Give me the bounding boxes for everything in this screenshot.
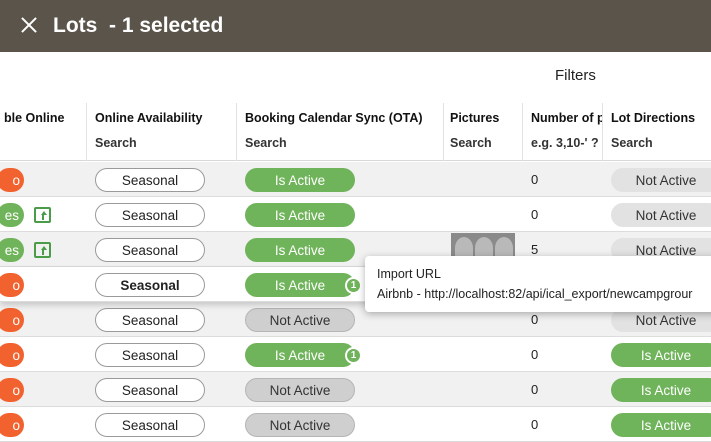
column-label: Booking Calendar Sync (OTA)	[245, 111, 423, 125]
availability-pill[interactable]: Seasonal	[95, 203, 205, 227]
sync-status-pill[interactable]: Not Active	[245, 378, 355, 402]
directions-pill[interactable]: Not Active	[611, 203, 711, 227]
close-icon[interactable]	[18, 14, 40, 36]
availability-pill[interactable]: Seasonal	[95, 413, 205, 437]
number-cell: 0	[531, 172, 539, 187]
sync-status-pill[interactable]: Not Active	[245, 308, 355, 332]
tooltip-url: Airbnb - http://localhost:82/api/ical_ex…	[377, 287, 693, 301]
table-row[interactable]: o Seasonal Is Active 0 Not Active	[0, 162, 711, 197]
online-toggle[interactable]: o	[0, 308, 24, 332]
online-toggle[interactable]: es	[0, 238, 24, 262]
tooltip-title: Import URL	[377, 267, 441, 281]
column-header-pictures[interactable]: Pictures Search	[444, 103, 523, 161]
online-toggle[interactable]: o	[0, 273, 24, 297]
sync-count-badge[interactable]: 1	[345, 277, 362, 294]
search-input[interactable]: e.g. 3,10-' ?	[531, 136, 599, 150]
top-bar: Lots - 1 selected	[0, 0, 711, 52]
column-header-booking-calendar-sync[interactable]: Booking Calendar Sync (OTA) Search	[237, 103, 444, 161]
export-icon[interactable]	[34, 207, 51, 223]
table-row[interactable]: o Seasonal Is Active 1 0 Is Active	[0, 337, 711, 372]
filters-button[interactable]: Filters	[555, 67, 596, 84]
number-cell: 0	[531, 382, 539, 397]
sync-status-pill[interactable]: Not Active	[245, 413, 355, 437]
availability-pill[interactable]: Seasonal	[95, 168, 205, 192]
availability-pill[interactable]: Seasonal	[95, 273, 205, 297]
number-cell: 5	[531, 242, 539, 257]
export-icon[interactable]	[34, 242, 51, 258]
column-label: ble Online	[4, 111, 65, 125]
online-toggle[interactable]: o	[0, 168, 24, 192]
availability-pill[interactable]: Seasonal	[95, 343, 205, 367]
availability-pill[interactable]: Seasonal	[95, 308, 205, 332]
search-input[interactable]: Search	[245, 136, 287, 150]
availability-pill[interactable]: Seasonal	[95, 378, 205, 402]
column-header-lot-directions[interactable]: Lot Directions Search	[603, 103, 711, 161]
number-cell: 0	[531, 347, 539, 362]
column-label: Online Availability	[95, 111, 203, 125]
online-toggle[interactable]: o	[0, 413, 24, 437]
directions-pill[interactable]: Is Active	[611, 343, 711, 367]
number-cell: 0	[531, 207, 539, 222]
column-label: Lot Directions	[611, 111, 696, 125]
search-input[interactable]: Search	[95, 136, 137, 150]
column-label: Pictures	[450, 111, 500, 125]
table-row[interactable]: es Seasonal Is Active 0 Not Active	[0, 197, 711, 232]
column-header-online-availability[interactable]: Online Availability Search	[87, 103, 237, 161]
column-header-number[interactable]: Number of p e.g. 3,10-' ?	[523, 103, 603, 161]
sync-status-pill[interactable]: Is Active	[245, 273, 355, 297]
search-input[interactable]: Search	[450, 136, 492, 150]
sync-status-pill[interactable]: Is Active	[245, 343, 355, 367]
import-url-tooltip: Import URL Airbnb - http://localhost:82/…	[365, 256, 711, 312]
sync-status-pill[interactable]: Is Active	[245, 203, 355, 227]
table-row[interactable]: o Seasonal Not Active 0 Is Active	[0, 407, 711, 442]
sync-status-pill[interactable]: Is Active	[245, 168, 355, 192]
table-row[interactable]: o Seasonal Not Active 0 Is Active	[0, 372, 711, 407]
online-toggle[interactable]: o	[0, 378, 24, 402]
availability-pill[interactable]: Seasonal	[95, 238, 205, 262]
table-header: ble Online Online Availability Search Bo…	[0, 103, 711, 161]
directions-pill[interactable]: Not Active	[611, 168, 711, 192]
selection-title: Lots - 1 selected	[53, 14, 224, 37]
number-cell: 0	[531, 312, 539, 327]
directions-pill[interactable]: Is Active	[611, 378, 711, 402]
sync-status-pill[interactable]: Is Active	[245, 238, 355, 262]
online-toggle[interactable]: o	[0, 343, 24, 367]
directions-pill[interactable]: Is Active	[611, 413, 711, 437]
column-label: Number of p	[531, 111, 603, 125]
sync-count-badge[interactable]: 1	[345, 347, 362, 364]
search-input[interactable]: Search	[611, 136, 653, 150]
online-toggle[interactable]: es	[0, 203, 24, 227]
column-header-online[interactable]: ble Online	[0, 103, 87, 161]
